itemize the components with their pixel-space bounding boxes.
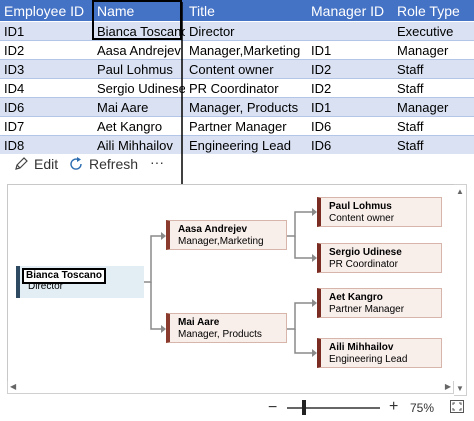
scroll-left-icon[interactable]: ◀ xyxy=(10,382,16,391)
table-cell[interactable]: Content owner xyxy=(185,59,307,79)
scroll-right-icon[interactable]: ▶ xyxy=(445,382,451,391)
table-cell[interactable]: Aet Kangro xyxy=(93,116,185,136)
org-node-staff[interactable]: Aili Mihhailov Engineering Lead xyxy=(317,338,442,368)
refresh-label: Refresh xyxy=(89,156,139,172)
table-cell[interactable]: Staff xyxy=(393,116,474,136)
node-name: Aet Kangro xyxy=(329,292,383,303)
table-row: ID4 Sergio Udinese PR Coordinator ID2 St… xyxy=(0,78,474,98)
table-cell[interactable]: Director xyxy=(185,21,307,41)
node-title: Manager, Products xyxy=(178,329,262,340)
org-node-staff[interactable]: Sergio Udinese PR Coordinator xyxy=(317,243,442,273)
col-header-employee-id[interactable]: Employee ID xyxy=(0,0,93,22)
table-cell[interactable] xyxy=(307,21,393,41)
table-cell[interactable]: PR Coordinator xyxy=(185,78,307,98)
col-header-manager-id[interactable]: Manager ID xyxy=(307,0,393,22)
table-cell[interactable]: Manager xyxy=(393,40,474,60)
edit-label: Edit xyxy=(34,156,59,172)
org-chart-canvas[interactable]: Director Bianca Toscano Aasa Andrejev Ma… xyxy=(7,184,455,382)
scroll-down-icon[interactable]: ▼ xyxy=(456,384,464,393)
more-options-button[interactable]: ··· xyxy=(150,152,164,172)
org-node-manager[interactable]: Aasa Andrejev Manager,Marketing xyxy=(166,220,287,250)
node-name-root: Bianca Toscano xyxy=(22,268,106,284)
node-title: Content owner xyxy=(329,213,395,224)
org-node-manager[interactable]: Mai Aare Manager, Products xyxy=(166,313,287,343)
table-header-row: Employee ID Name Title Manager ID Role T… xyxy=(0,0,474,22)
node-title: Partner Manager xyxy=(329,304,405,315)
table-cell[interactable]: Staff xyxy=(393,59,474,79)
toolbar: Edit Refresh ··· xyxy=(0,150,474,178)
table-row: ID7 Aet Kangro Partner Manager ID6 Staff xyxy=(0,116,474,136)
node-name: Aasa Andrejev xyxy=(178,224,248,235)
col-header-role-type[interactable]: Role Type xyxy=(393,0,474,22)
table-row: ID6 Mai Aare Manager, Products ID1 Manag… xyxy=(0,97,474,117)
table-cell[interactable]: Paul Lohmus xyxy=(93,59,185,79)
zoom-out-button[interactable]: − xyxy=(268,399,277,417)
org-node-staff[interactable]: Aet Kangro Partner Manager xyxy=(317,288,442,318)
table-cell[interactable]: ID2 xyxy=(307,59,393,79)
node-name: Aili Mihhailov xyxy=(329,342,394,353)
table-cell[interactable]: ID7 xyxy=(0,116,93,136)
zoom-slider-thumb[interactable] xyxy=(302,400,306,415)
data-table: Employee ID Name Title Manager ID Role T… xyxy=(0,0,474,154)
table-cell[interactable]: ID6 xyxy=(307,116,393,136)
node-name: Sergio Udinese xyxy=(329,247,402,258)
table-cell[interactable]: Manager, Products xyxy=(185,97,307,117)
refresh-button[interactable]: Refresh xyxy=(68,154,138,174)
table-cell[interactable]: Sergio Udinese xyxy=(93,78,185,98)
node-title: Engineering Lead xyxy=(329,354,408,365)
table-cell[interactable]: Partner Manager xyxy=(185,116,307,136)
table-cell[interactable]: ID6 xyxy=(0,97,93,117)
col-header-name[interactable]: Name xyxy=(93,0,185,22)
node-name: Mai Aare xyxy=(178,317,220,328)
table-row: ID3 Paul Lohmus Content owner ID2 Staff xyxy=(0,59,474,79)
table-cell[interactable]: Bianca Toscano xyxy=(93,21,185,41)
zoom-in-button[interactable]: + xyxy=(389,398,398,416)
pencil-icon xyxy=(15,157,28,170)
edit-button[interactable]: Edit xyxy=(13,154,58,174)
table-cell[interactable]: ID2 xyxy=(307,78,393,98)
refresh-icon xyxy=(70,157,82,170)
node-title: Manager,Marketing xyxy=(178,236,264,247)
horizontal-scrollbar[interactable]: ◀ ▶ xyxy=(7,381,454,394)
table-cell[interactable]: ID1 xyxy=(307,40,393,60)
table-cell[interactable]: Mai Aare xyxy=(93,97,185,117)
col-header-title[interactable]: Title xyxy=(185,0,307,22)
zoom-level: 75% xyxy=(410,401,435,415)
table-cell[interactable]: Aasa Andrejev xyxy=(93,40,185,60)
table-cell[interactable]: Manager xyxy=(393,97,474,117)
table-cell[interactable]: ID1 xyxy=(307,97,393,117)
vertical-scrollbar[interactable]: ▲ ▼ xyxy=(454,184,467,396)
table-cell[interactable]: ID4 xyxy=(0,78,93,98)
node-title: PR Coordinator xyxy=(329,259,398,270)
table-cell[interactable]: Executive xyxy=(393,21,474,41)
ellipsis-icon: ··· xyxy=(150,154,164,170)
table-cell[interactable]: ID1 xyxy=(0,21,93,41)
table-row: ID2 Aasa Andrejev Manager,Marketing ID1 … xyxy=(0,40,474,60)
node-name: Paul Lohmus xyxy=(329,201,392,212)
org-node-staff[interactable]: Paul Lohmus Content owner xyxy=(317,197,442,227)
fit-to-window-icon[interactable] xyxy=(450,400,464,413)
scroll-up-icon[interactable]: ▲ xyxy=(456,187,464,196)
zoom-bar: − + 75% xyxy=(0,397,474,421)
table-cell[interactable]: ID3 xyxy=(0,59,93,79)
zoom-slider-track[interactable] xyxy=(287,407,380,409)
table-cell[interactable]: ID2 xyxy=(0,40,93,60)
table-cell[interactable]: Manager,Marketing xyxy=(185,40,307,60)
table-cell[interactable]: Staff xyxy=(393,78,474,98)
table-row: ID1 Bianca Toscano Director Executive xyxy=(0,21,474,41)
